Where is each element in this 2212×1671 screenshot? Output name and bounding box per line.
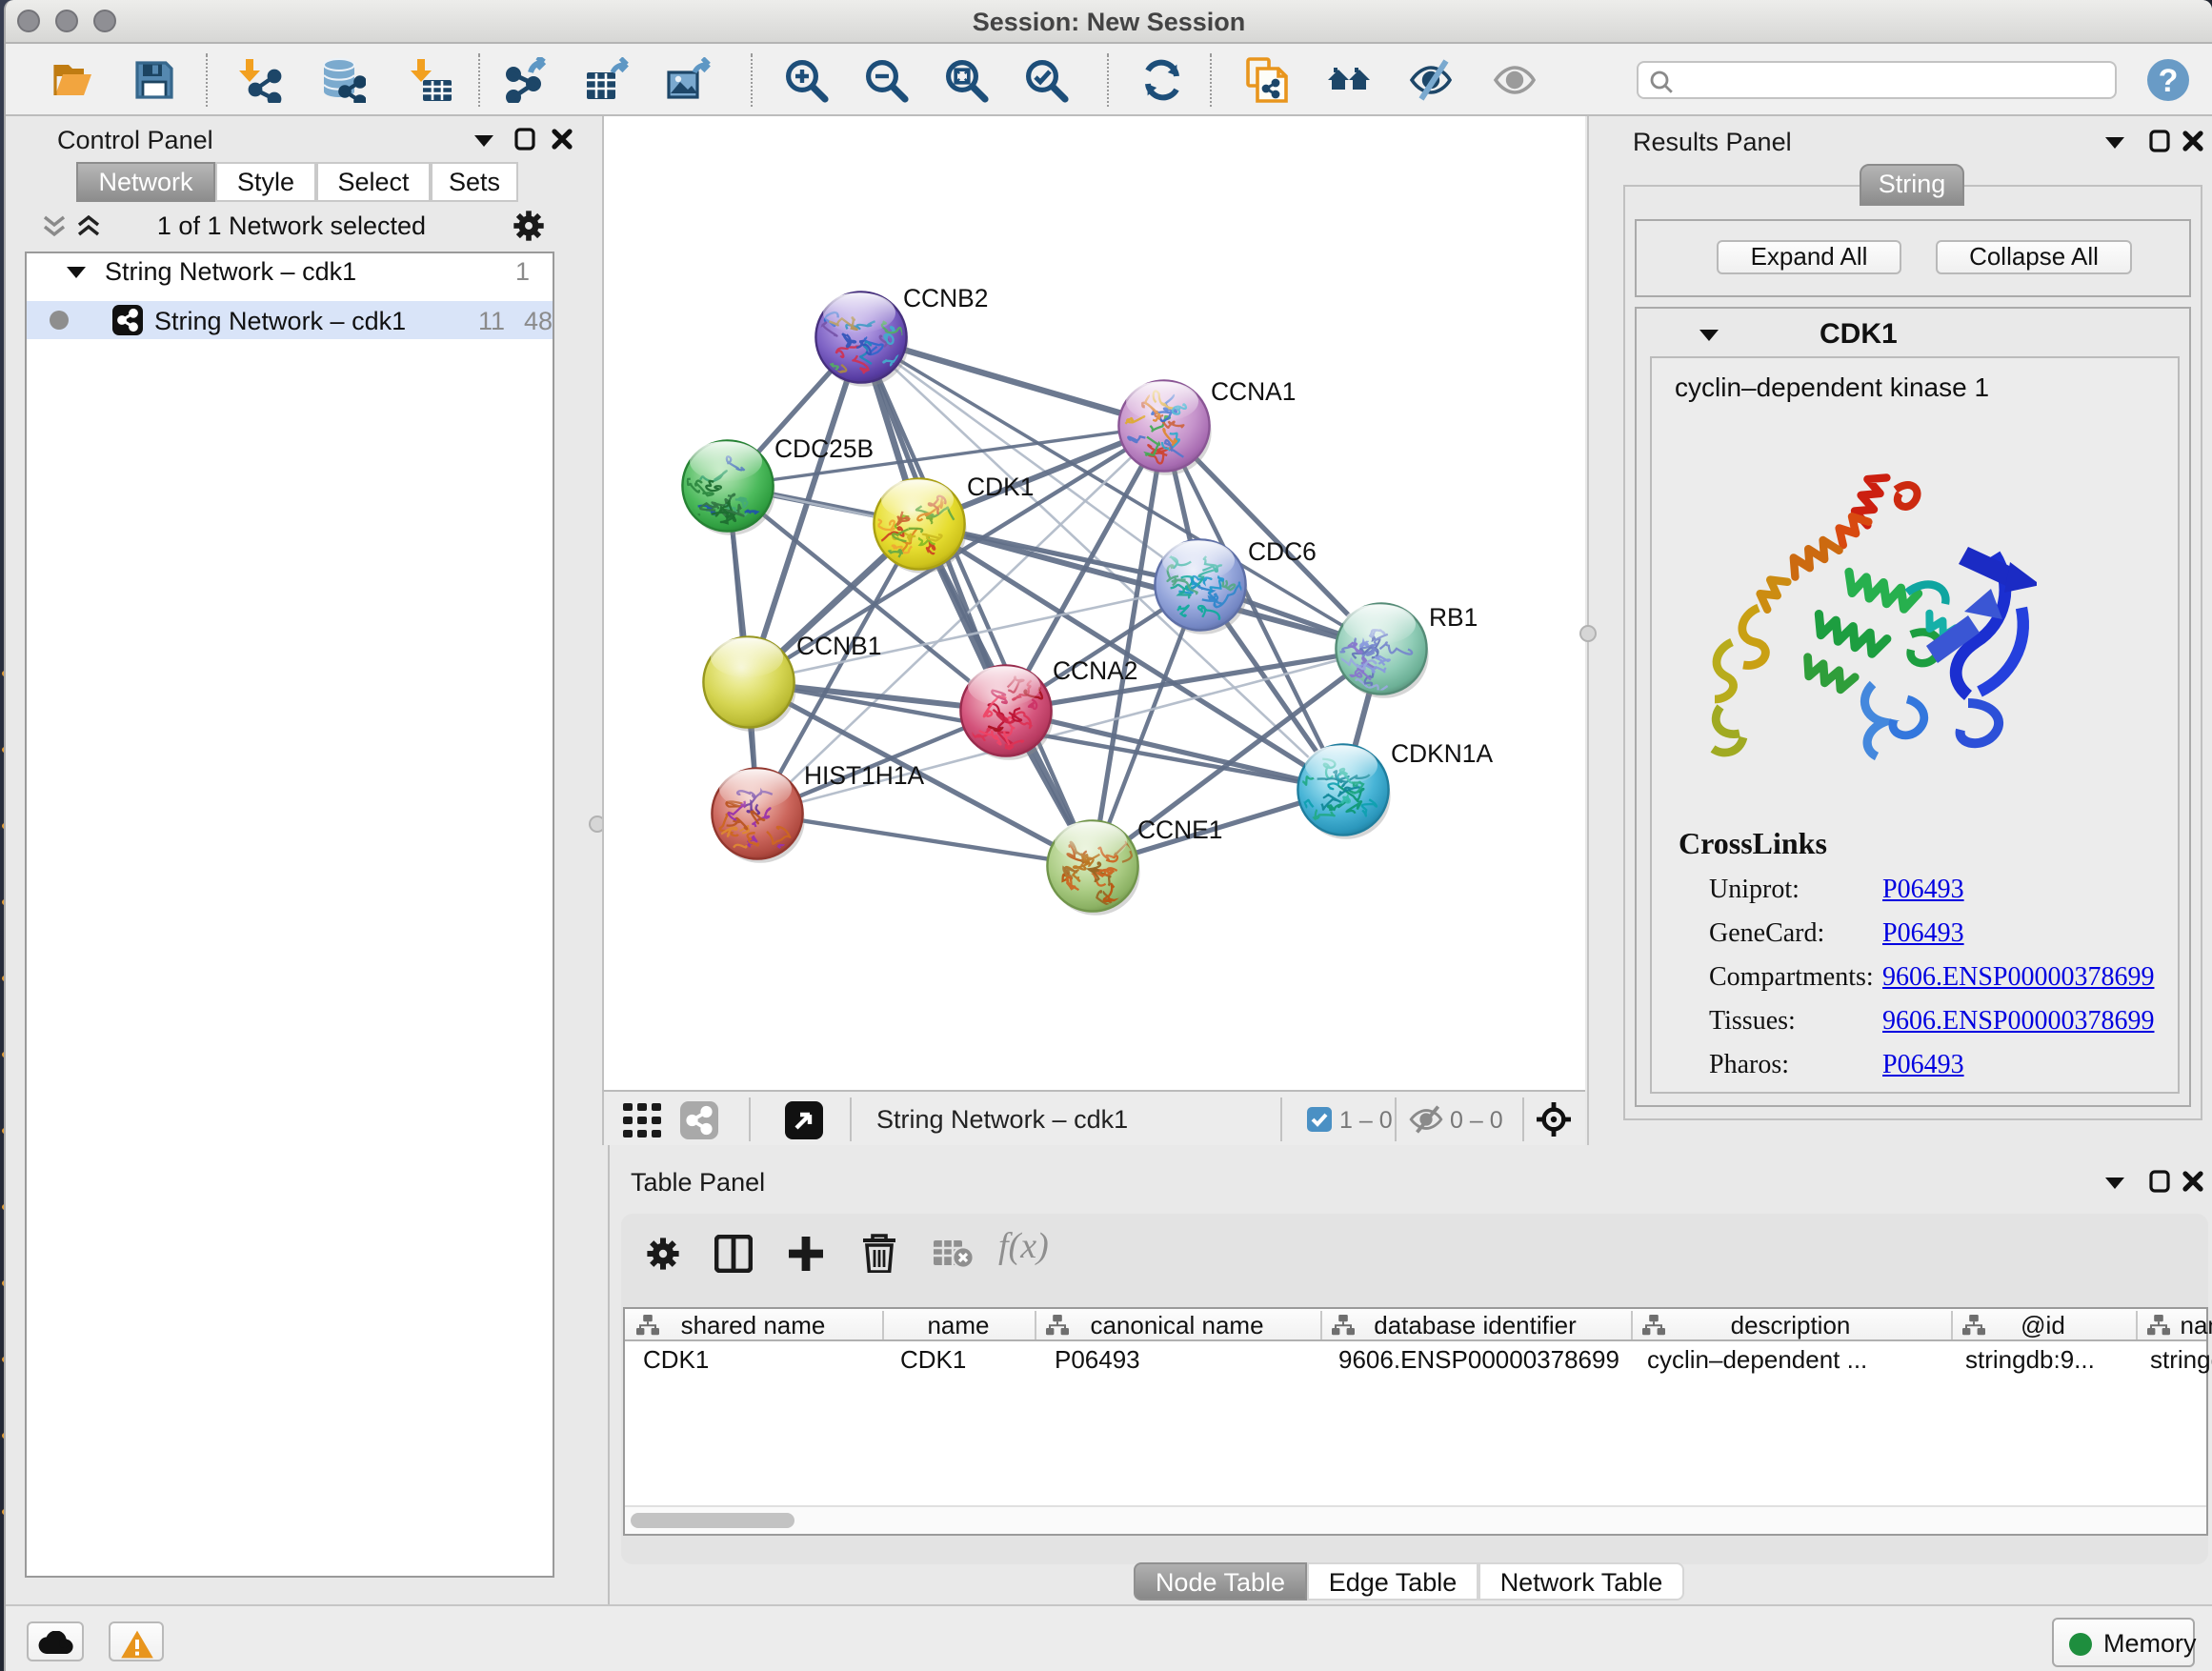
svg-text:CDC25B: CDC25B — [774, 434, 874, 463]
svg-text:CCNE1: CCNE1 — [1137, 815, 1222, 844]
svg-text:CDC6: CDC6 — [1248, 537, 1317, 566]
svg-text:?: ? — [2159, 63, 2179, 99]
svg-text:CCNA2: CCNA2 — [1053, 656, 1137, 685]
svg-text:RB1: RB1 — [1429, 603, 1478, 632]
svg-text:CCNB1: CCNB1 — [796, 632, 881, 660]
svg-text:CDK1: CDK1 — [967, 473, 1034, 501]
svg-text:CDKN1A: CDKN1A — [1391, 739, 1493, 768]
svg-text:HIST1H1A: HIST1H1A — [804, 761, 925, 790]
svg-text:CCNA1: CCNA1 — [1211, 377, 1296, 406]
svg-text:CCNB2: CCNB2 — [903, 284, 988, 312]
